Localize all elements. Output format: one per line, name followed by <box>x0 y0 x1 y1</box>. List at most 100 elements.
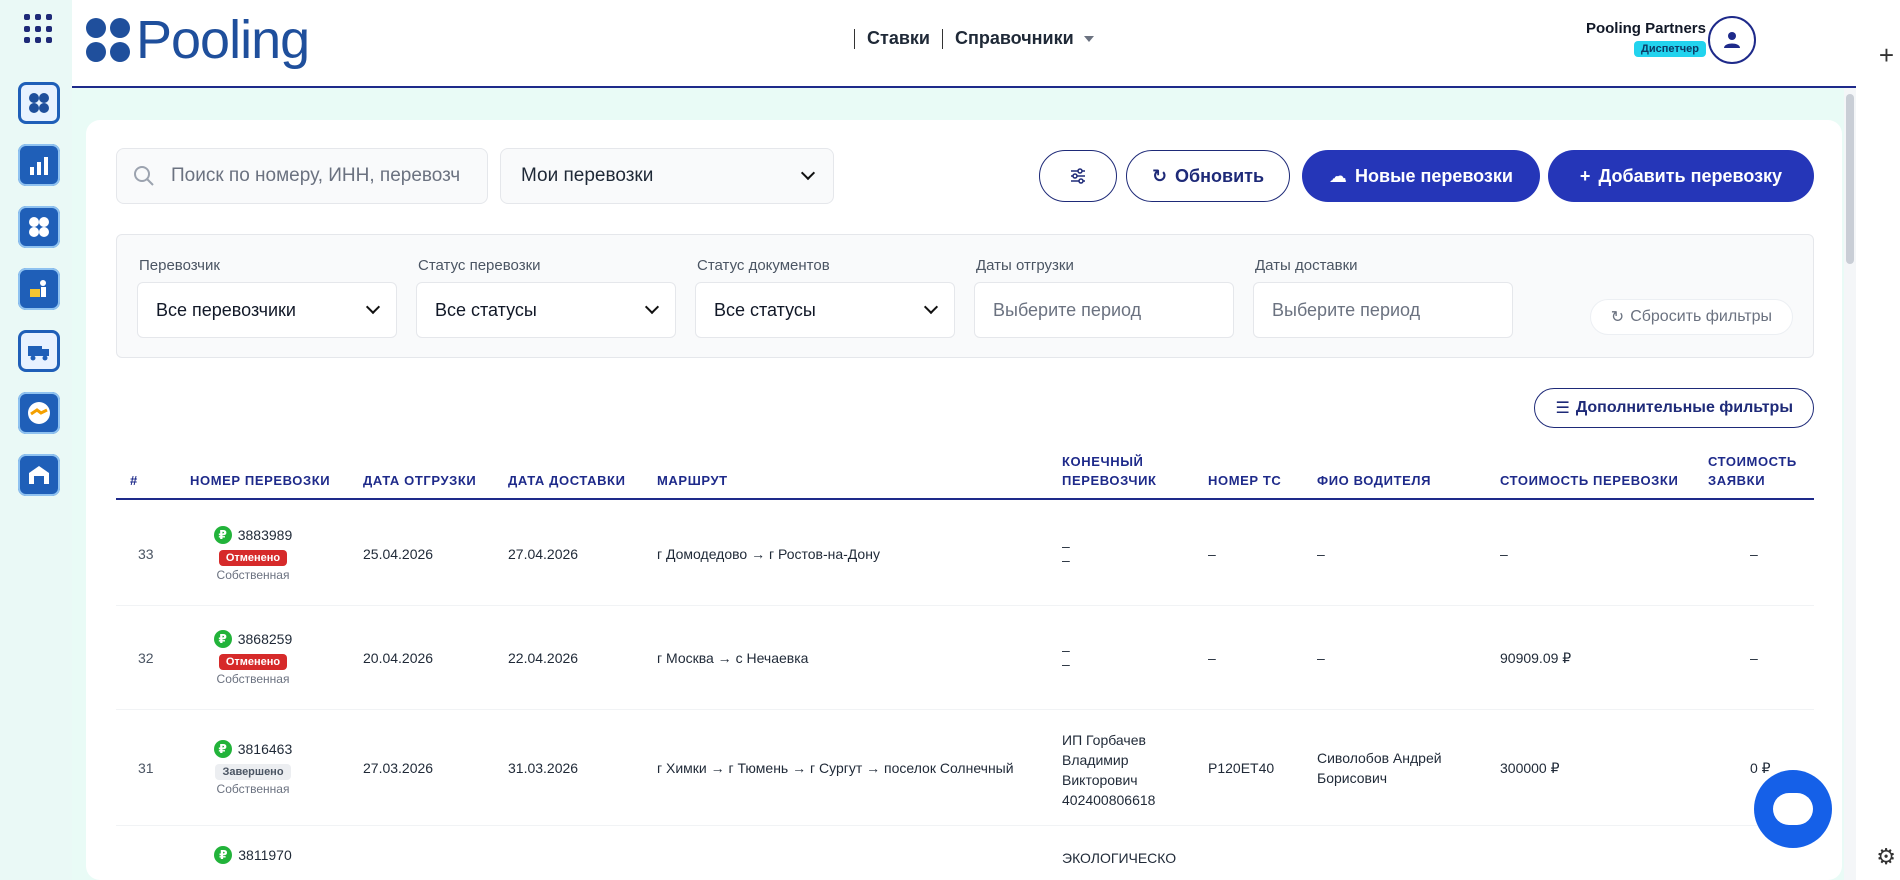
trip-number-link[interactable]: ₽3883989 <box>213 526 293 544</box>
logo-text: Pooling <box>136 10 310 70</box>
trip-number-link[interactable]: ₽3811970 <box>214 846 292 864</box>
sliders-icon <box>1071 168 1085 184</box>
search-field[interactable] <box>116 148 488 204</box>
my-trips-select[interactable]: Мои перевозки <box>500 148 834 204</box>
refresh-icon: ↻ <box>1151 165 1168 186</box>
delivery-dates-filter: Даты доставки Выберите период <box>1253 257 1513 338</box>
col-vehicle[interactable]: НОМЕР ТС <box>1208 471 1281 490</box>
settings-filter-button[interactable] <box>1039 150 1117 202</box>
reset-filters-button[interactable]: ↻ Сбросить фильтры <box>1589 299 1793 335</box>
col-trip-cost[interactable]: СТОИМОСТЬ ПЕРЕВОЗКИ <box>1500 471 1678 490</box>
chat-bubble-icon <box>1773 793 1813 825</box>
ship-date: 25.04.2026 <box>363 546 434 562</box>
doc-status-select[interactable]: Все статусы <box>695 282 955 338</box>
driver: Сиволобов Андрей Борисович <box>1317 748 1442 788</box>
trip-cost: – <box>1500 546 1508 562</box>
trip-cell: ₽3868259 Отменено Собственная <box>178 630 328 686</box>
ship-dates-picker[interactable]: Выберите период <box>974 282 1234 338</box>
nav-rates[interactable]: Ставки <box>867 28 930 49</box>
analytics-app-icon[interactable] <box>18 144 60 186</box>
trip-status-value: Все статусы <box>435 299 537 320</box>
pooling-logo[interactable]: Pooling <box>86 10 310 70</box>
col-index[interactable]: # <box>130 471 138 490</box>
carrier-name: ЭКОЛОГИЧЕСКО <box>1062 850 1177 866</box>
trip-status-select[interactable]: Все статусы <box>416 282 676 338</box>
search-input[interactable] <box>171 165 471 187</box>
carrier-filter-label: Перевозчик <box>139 257 220 274</box>
nav-directories[interactable]: Справочники <box>955 28 1074 49</box>
col-delivery-date[interactable]: ДАТА ДОСТАВКИ <box>508 471 626 490</box>
status-badge: Отменено <box>218 550 288 566</box>
my-trips-select-value: Мои перевозки <box>521 165 654 186</box>
chat-widget-button[interactable] <box>1754 770 1832 848</box>
sliders-icon: ☰ <box>1555 400 1570 417</box>
table-row[interactable]: ₽3811970 ЭКОЛОГИЧЕСКО <box>116 826 1814 880</box>
carrier-select-value: Все перевозчики <box>156 299 296 320</box>
reset-filters-label: Сбросить фильтры <box>1630 308 1772 325</box>
row-index: 33 <box>138 546 154 562</box>
trip-cell: ₽3883989 Отменено Собственная <box>178 526 328 582</box>
trip-cost: 300000 ₽ <box>1500 760 1560 776</box>
carrier-inn: – <box>1062 656 1070 672</box>
apps-grid-icon[interactable] <box>24 14 54 44</box>
route: г Химки → г Тюмень → г Сургут → поселок … <box>657 760 1014 776</box>
pooling-app-icon[interactable] <box>18 82 60 124</box>
delivery-dates-picker[interactable]: Выберите период <box>1253 282 1513 338</box>
trip-number-link[interactable]: ₽3868259 <box>213 630 292 648</box>
truck-app-icon[interactable] <box>18 330 60 372</box>
trips-card: Мои перевозки ↻ Обновить ☁ Новые перевоз… <box>86 120 1842 880</box>
trip-status-label: Статус перевозки <box>418 257 541 274</box>
vehicle: Р120ЕТ40 <box>1208 760 1275 776</box>
add-trip-button[interactable]: + Добавить перевозку <box>1548 150 1814 202</box>
new-trips-label: Новые перевозки <box>1355 165 1513 186</box>
carrier-name-line1: ИП Горбачев <box>1062 732 1146 748</box>
ownership-label: Собственная <box>216 568 290 582</box>
table-header: # НОМЕР ПЕРЕВОЗКИ ДАТА ОТГРУЗКИ ДАТА ДОС… <box>116 450 1814 500</box>
more-filters-button[interactable]: ☰ Дополнительные фильтры <box>1534 388 1814 428</box>
table-row[interactable]: 31 ₽3816463 Завершено Собственная 27.03.… <box>116 710 1814 826</box>
driver-line2: Борисович <box>1317 770 1388 786</box>
chevron-down-icon[interactable] <box>1083 35 1094 42</box>
chevron-down-icon <box>365 299 381 315</box>
avatar[interactable] <box>1708 16 1756 64</box>
carrier: – – <box>1062 640 1070 674</box>
refresh-button[interactable]: ↻ Обновить <box>1126 150 1290 202</box>
ship-dates-label: Даты отгрузки <box>976 257 1074 274</box>
more-filters-label: Дополнительные фильтры <box>1575 399 1793 416</box>
carrier-inn: 402400806618 <box>1062 792 1156 808</box>
col-carrier[interactable]: КОНЕЧНЫЙ ПЕРЕВОЗЧИК <box>1062 452 1157 490</box>
carrier-name-line3: Викторович <box>1062 772 1138 788</box>
order-cost: 0 ₽ <box>1750 760 1771 776</box>
col-route[interactable]: МАРШРУТ <box>657 471 728 490</box>
carrier-select[interactable]: Все перевозчики <box>137 282 397 338</box>
carrier-inn: – <box>1062 552 1070 568</box>
carrier-name-line2: Владимир <box>1062 752 1129 768</box>
route: г Домодедово → г Ростов-на-Дону <box>657 546 880 562</box>
table-row[interactable]: 33 ₽3883989 Отменено Собственная 25.04.2… <box>116 502 1814 606</box>
trip-number: 3883989 <box>237 527 293 543</box>
warehouse-app-icon[interactable] <box>18 454 60 496</box>
order-cost: – <box>1750 546 1758 562</box>
main-nav: Ставки Справочники <box>842 28 1094 49</box>
scrollbar-thumb[interactable] <box>1846 94 1854 264</box>
col-order-cost-line2: ЗАЯВКИ <box>1708 473 1766 488</box>
add-trip-label: Добавить перевозку <box>1598 165 1783 186</box>
partners-app-icon[interactable] <box>18 392 60 434</box>
gear-icon[interactable]: ⚙ <box>1876 844 1896 870</box>
col-ship-date[interactable]: ДАТА ОТГРУЗКИ <box>363 471 476 490</box>
side-panel-strip: + ⚙ <box>1856 0 1900 880</box>
exchange-app-icon[interactable] <box>18 206 60 248</box>
col-order-cost[interactable]: СТОИМОСТЬ ЗАЯВКИ <box>1708 452 1797 490</box>
col-trip-no[interactable]: НОМЕР ПЕРЕВОЗКИ <box>190 471 330 490</box>
doc-status-label: Статус документов <box>697 257 830 274</box>
new-trips-button[interactable]: ☁ Новые перевозки <box>1302 150 1540 202</box>
status-badge: Отменено <box>218 654 288 670</box>
courier-app-icon[interactable] <box>18 268 60 310</box>
chevron-down-icon <box>923 299 939 315</box>
table-row[interactable]: 32 ₽3868259 Отменено Собственная 20.04.2… <box>116 606 1814 710</box>
trip-number-link[interactable]: ₽3816463 <box>213 740 292 758</box>
col-driver[interactable]: ФИО ВОДИТЕЛЯ <box>1317 471 1431 490</box>
logo-mark-icon <box>86 18 130 62</box>
plus-icon[interactable]: + <box>1879 40 1894 71</box>
ship-dates-placeholder: Выберите период <box>993 299 1142 320</box>
